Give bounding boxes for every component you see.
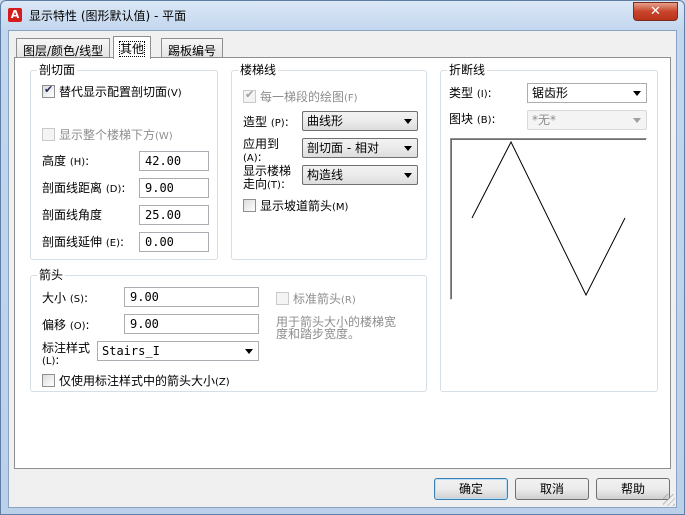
cut-plane-title: 剖切面 xyxy=(37,63,78,77)
chevron-down-icon xyxy=(404,146,412,151)
apply-to-dropdown[interactable]: 剖切面 - 相对 xyxy=(302,138,418,158)
title-bar[interactable]: A 显示特性 (图形默认值) - 平面 ✕ xyxy=(1,1,684,29)
break-line-title: 折断线 xyxy=(447,63,488,77)
break-type-label: 类型 (I): xyxy=(449,86,492,100)
use-style-arrow-size-label: 仅使用标注样式中的箭头大小(Z) xyxy=(59,374,230,388)
dimension-style-dropdown[interactable]: Stairs_I xyxy=(97,341,259,361)
arrow-offset-input[interactable]: 9.00 xyxy=(124,314,259,334)
chevron-down-icon xyxy=(404,173,412,178)
show-direction-dropdown[interactable]: 构造线 xyxy=(302,165,418,185)
window-title: 显示特性 (图形默认值) - 平面 xyxy=(29,9,187,23)
break-type-dropdown[interactable]: 锯齿形 xyxy=(527,83,647,103)
block-dropdown[interactable]: *无* xyxy=(527,110,647,130)
arrow-size-label: 大小 (S): xyxy=(42,291,89,305)
hatch-angle-label: 剖面线角度 xyxy=(42,208,103,222)
cancel-button[interactable]: 取消 xyxy=(515,478,589,500)
show-ramp-arrow-label: 显示坡道箭头(M) xyxy=(260,199,349,213)
arrow-size-hint: 用于箭头大小的楼梯宽 度和踏步宽度。 xyxy=(276,315,397,341)
override-cut-plane-label: 替代显示配置剖切面(V) xyxy=(59,85,182,99)
tab-riser-numbering[interactable]: 踢板编号 xyxy=(161,38,224,58)
hatch-extension-label: 剖面线延伸 (E): xyxy=(42,235,125,249)
height-label: 高度 (H): xyxy=(42,154,90,168)
apply-to-label: 应用到 (A): xyxy=(243,137,280,165)
chevron-down-icon xyxy=(245,349,253,354)
standard-arrow-checkbox[interactable] xyxy=(276,292,289,305)
help-button[interactable]: 帮助 xyxy=(596,478,670,500)
chevron-down-icon xyxy=(633,118,641,123)
dialog-client-area: 图层/颜色/线型 其他 踢板编号 剖切面 替代显示配置剖切面(V) 显示整个楼梯… xyxy=(8,30,677,508)
show-whole-stair-label: 显示整个楼梯下方(W) xyxy=(59,128,173,142)
height-input[interactable]: 42.00 xyxy=(139,151,209,171)
shape-label: 造型 (P): xyxy=(243,115,289,129)
standard-arrow-label: 标准箭头(R) xyxy=(293,292,356,306)
autocad-app-icon: A xyxy=(8,8,22,22)
override-cut-plane-checkbox[interactable] xyxy=(42,83,55,98)
break-line-preview xyxy=(450,138,647,300)
hatch-distance-label: 剖面线距离 (D): xyxy=(42,181,126,195)
stair-line-title: 楼梯线 xyxy=(238,63,279,77)
ok-button[interactable]: 确定 xyxy=(434,478,508,500)
show-ramp-arrow-checkbox[interactable] xyxy=(243,199,256,212)
tab-panel-other: 剖切面 替代显示配置剖切面(V) 显示整个楼梯下方(W) 高度 (H): 42.… xyxy=(14,57,671,469)
show-whole-stair-checkbox[interactable] xyxy=(42,128,55,141)
hatch-extension-input[interactable]: 0.00 xyxy=(139,232,209,252)
arrow-offset-label: 偏移 (O): xyxy=(42,318,90,332)
arrow-title: 箭头 xyxy=(37,268,66,282)
dialog-window: A 显示特性 (图形默认值) - 平面 ✕ 图层/颜色/线型 其他 踢板编号 剖… xyxy=(0,0,685,515)
resize-grip-icon[interactable] xyxy=(663,494,675,506)
close-button[interactable]: ✕ xyxy=(633,2,678,21)
arrow-size-input[interactable]: 9.00 xyxy=(124,287,259,307)
each-flight-drawing-checkbox[interactable] xyxy=(243,88,256,103)
hatch-distance-input[interactable]: 9.00 xyxy=(139,178,209,198)
dimension-style-label: 标注样式 (L): xyxy=(42,341,91,367)
each-flight-drawing-label: 每一梯段的绘图(F) xyxy=(260,90,358,104)
show-direction-label: 显示楼梯 走向(T): xyxy=(243,164,292,192)
shape-dropdown[interactable]: 曲线形 xyxy=(302,111,418,131)
tab-layer-color-linetype[interactable]: 图层/颜色/线型 xyxy=(16,38,111,58)
use-style-arrow-size-checkbox[interactable] xyxy=(42,374,55,387)
tab-other[interactable]: 其他 xyxy=(113,36,152,59)
chevron-down-icon xyxy=(633,91,641,96)
hatch-angle-input[interactable]: 25.00 xyxy=(139,205,209,225)
block-label: 图块 (B): xyxy=(449,112,496,126)
zigzag-preview-icon xyxy=(471,140,626,297)
close-icon: ✕ xyxy=(650,4,661,19)
chevron-down-icon xyxy=(404,119,412,124)
